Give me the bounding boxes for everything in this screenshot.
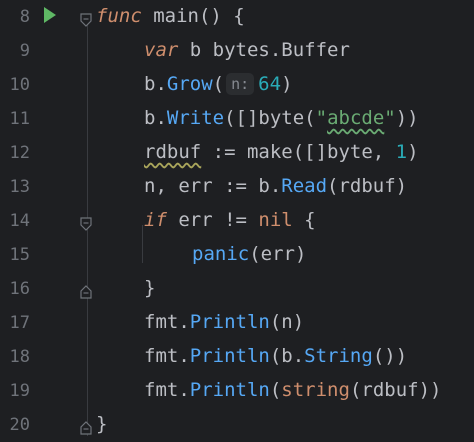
code-line[interactable]: 17 fmt.Println(n) bbox=[0, 306, 474, 340]
code-token: (err) bbox=[249, 243, 307, 265]
line-number[interactable]: 15 bbox=[0, 245, 30, 265]
code-token: ) bbox=[281, 73, 293, 95]
code-token: b. bbox=[144, 107, 167, 129]
code-token: b bytes.Buffer bbox=[178, 39, 350, 61]
code-line[interactable]: 9 var b bytes.Buffer bbox=[0, 34, 474, 68]
line-number[interactable]: 11 bbox=[0, 109, 30, 129]
code-text[interactable]: b.Grow(n: 64) bbox=[144, 73, 293, 95]
code-text[interactable]: if err != nil { bbox=[144, 209, 316, 231]
fold-marker-icon[interactable] bbox=[80, 10, 92, 27]
code-token: := make([]byte, bbox=[201, 141, 396, 163]
code-token: var bbox=[144, 39, 179, 61]
fold-marker-icon[interactable] bbox=[80, 214, 92, 231]
code-line[interactable]: 11 b.Write([]byte("abcde")) bbox=[0, 102, 474, 136]
code-token: Read bbox=[281, 175, 328, 197]
code-line[interactable]: 12 rdbuf := make([]byte, 1) bbox=[0, 136, 474, 170]
line-number[interactable]: 17 bbox=[0, 313, 30, 333]
code-line[interactable]: 16} bbox=[0, 272, 474, 306]
code-token: fmt. bbox=[144, 379, 190, 401]
code-token: panic bbox=[192, 243, 250, 265]
code-token: if bbox=[144, 209, 167, 231]
line-number[interactable]: 18 bbox=[0, 347, 30, 367]
code-token: " bbox=[315, 107, 328, 129]
code-token: fmt. bbox=[144, 311, 190, 333]
code-token: Println bbox=[189, 379, 270, 401]
code-line[interactable]: 14 if err != nil { bbox=[0, 204, 474, 238]
code-token: ) bbox=[407, 141, 419, 163]
code-token: )) bbox=[395, 107, 419, 129]
code-line[interactable]: 8 func main() { bbox=[0, 0, 474, 34]
code-text[interactable]: fmt.Println(string(rdbuf)) bbox=[144, 379, 441, 401]
code-token: (n) bbox=[269, 311, 305, 333]
code-line[interactable]: 15 panic(err) bbox=[0, 238, 474, 272]
code-token: (b. bbox=[269, 345, 305, 367]
code-editor[interactable]: 8 func main() {9 var b bytes.Buffer 10 b.Gro… bbox=[0, 0, 474, 438]
code-token: rdbuf bbox=[144, 141, 202, 163]
code-token: Println bbox=[189, 345, 270, 367]
code-text[interactable]: } bbox=[144, 277, 155, 299]
line-number[interactable]: 20 bbox=[0, 415, 30, 435]
code-text[interactable]: fmt.Println(n) bbox=[144, 311, 304, 333]
code-token: err != bbox=[166, 209, 259, 231]
line-number[interactable]: 19 bbox=[0, 381, 30, 401]
line-number[interactable]: 9 bbox=[0, 41, 30, 61]
code-text[interactable]: n, err := b.Read(rdbuf) bbox=[144, 175, 407, 197]
code-token: } bbox=[144, 277, 156, 299]
line-number[interactable]: 16 bbox=[0, 279, 30, 299]
code-text[interactable]: func main() { bbox=[96, 5, 245, 27]
code-token: String bbox=[304, 345, 373, 367]
code-token: fmt. bbox=[144, 345, 190, 367]
code-token: b. bbox=[144, 73, 167, 95]
code-line[interactable]: 19 fmt.Println(string(rdbuf)) bbox=[0, 374, 474, 408]
code-token: 1 bbox=[395, 141, 408, 163]
line-number[interactable]: 14 bbox=[0, 211, 30, 231]
parameter-hint: n: bbox=[226, 73, 255, 95]
code-token: func bbox=[96, 5, 142, 27]
code-token: { bbox=[292, 209, 316, 231]
code-line[interactable]: 20} bbox=[0, 408, 474, 442]
line-number[interactable]: 12 bbox=[0, 143, 30, 163]
code-token: ()) bbox=[372, 345, 408, 367]
code-text[interactable]: var b bytes.Buffer bbox=[144, 39, 350, 61]
code-token: Grow bbox=[166, 73, 213, 95]
code-text[interactable]: b.Write([]byte("abcde")) bbox=[144, 107, 419, 129]
code-text[interactable]: } bbox=[96, 413, 107, 435]
code-text[interactable]: panic(err) bbox=[192, 243, 306, 265]
code-token: ([]byte( bbox=[224, 107, 316, 129]
run-gutter-icon[interactable] bbox=[44, 7, 56, 23]
code-token: Write bbox=[166, 107, 225, 129]
code-line[interactable]: 13 n, err := b.Read(rdbuf) bbox=[0, 170, 474, 204]
line-number[interactable]: 10 bbox=[0, 75, 30, 95]
fold-marker-icon[interactable] bbox=[80, 282, 92, 299]
code-token: nil bbox=[258, 209, 293, 231]
code-token: Println bbox=[189, 311, 270, 333]
line-number[interactable]: 13 bbox=[0, 177, 30, 197]
code-token: main() { bbox=[141, 5, 245, 27]
code-token: string bbox=[281, 379, 350, 401]
code-text[interactable]: fmt.Println(b.String()) bbox=[144, 345, 407, 367]
code-token: n, err := b. bbox=[144, 175, 282, 197]
code-text[interactable]: rdbuf := make([]byte, 1) bbox=[144, 141, 419, 163]
code-line[interactable]: 18 fmt.Println(b.String()) bbox=[0, 340, 474, 374]
code-token: ( bbox=[269, 379, 282, 401]
code-token: 64 bbox=[258, 73, 282, 95]
code-token: abcde bbox=[327, 107, 385, 129]
code-token: (rdbuf)) bbox=[349, 379, 442, 401]
code-token: (rdbuf) bbox=[327, 175, 408, 197]
code-line[interactable]: 10 b.Grow(n: 64) bbox=[0, 68, 474, 102]
code-token: } bbox=[96, 413, 108, 435]
fold-marker-icon[interactable] bbox=[80, 418, 92, 435]
code-token: ( bbox=[212, 73, 225, 95]
code-token: " bbox=[384, 107, 396, 129]
line-number[interactable]: 8 bbox=[0, 7, 30, 27]
